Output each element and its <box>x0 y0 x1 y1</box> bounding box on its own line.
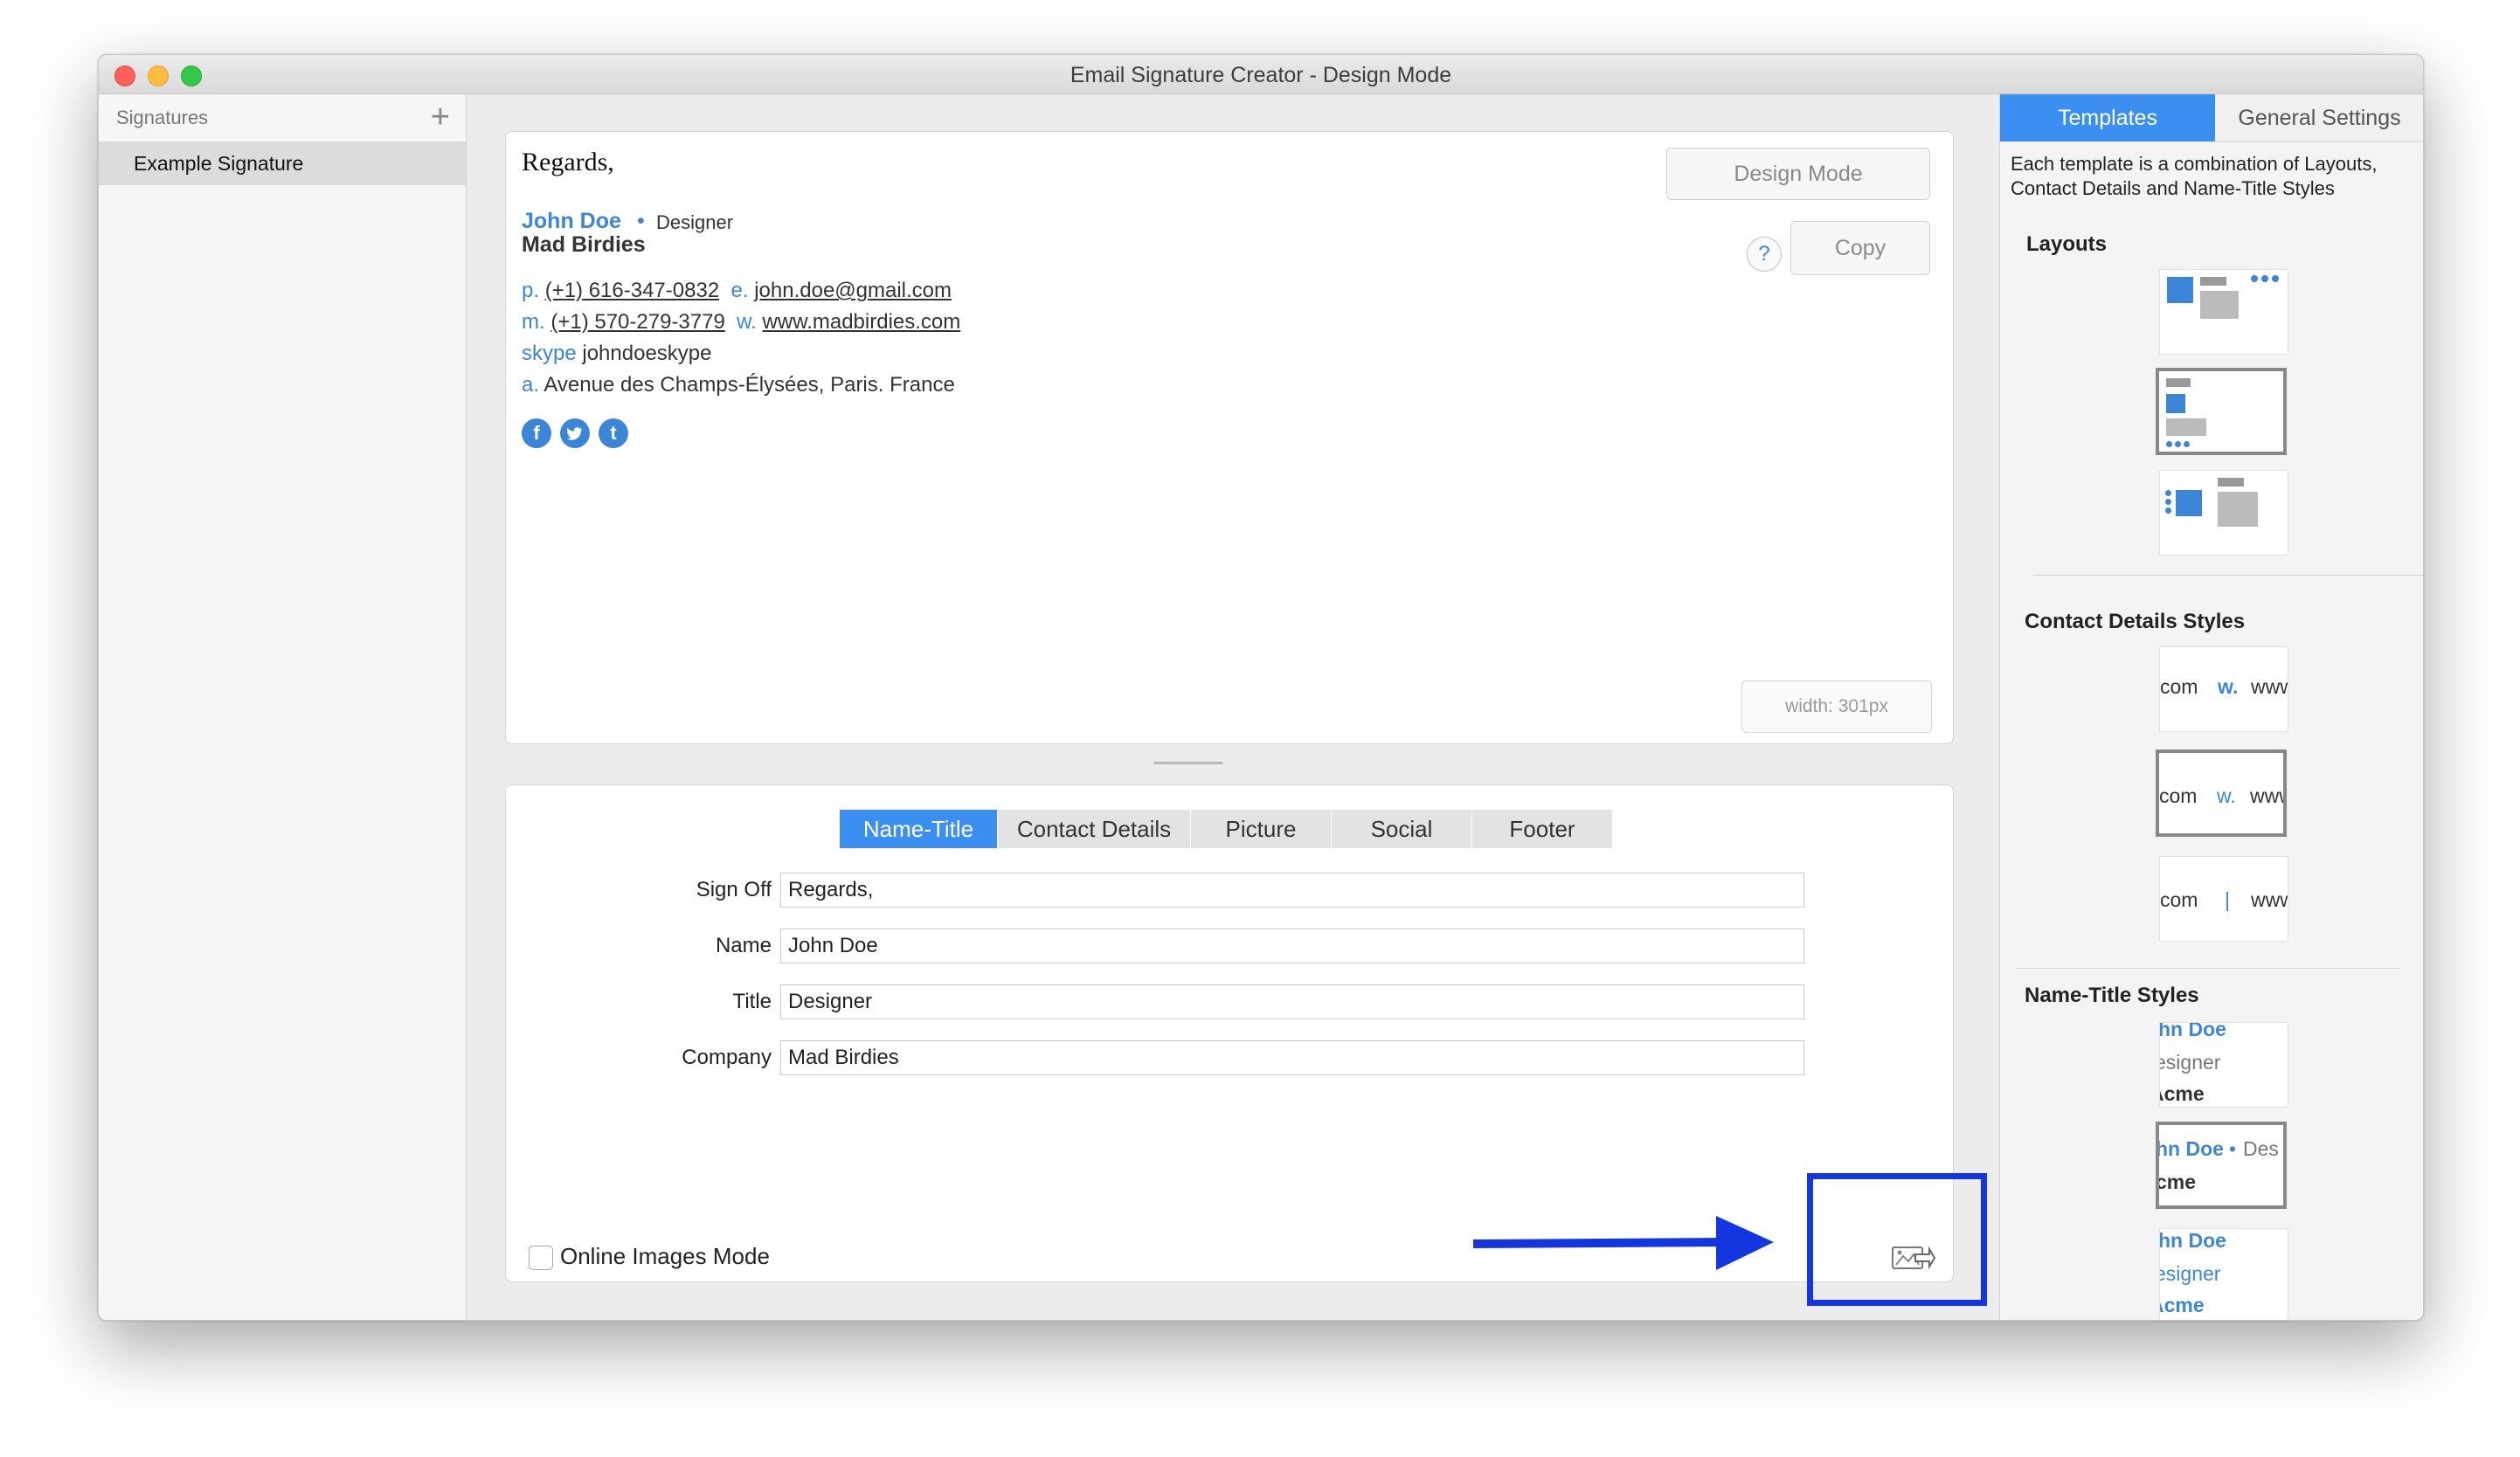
online-images-checkbox[interactable] <box>529 1246 553 1270</box>
name-input[interactable] <box>780 929 1804 963</box>
online-images-label: Online Images Mode <box>560 1243 770 1269</box>
mobile-label: m. <box>522 310 545 334</box>
templates-panel: Templates General Settings Each template… <box>1999 94 2423 1320</box>
preview-name: John Doe <box>522 209 621 233</box>
preview-company: Mad Birdies <box>522 232 646 257</box>
name-title-styles-heading: Name-Title Styles <box>2025 984 2199 1007</box>
add-signature-button[interactable]: + <box>431 98 450 136</box>
email-link[interactable]: john.doe@gmail.com <box>754 279 952 302</box>
facebook-icon[interactable]: f <box>522 418 551 448</box>
address-label: a. <box>522 373 540 397</box>
tab-social[interactable]: Social <box>1332 810 1472 848</box>
web-link[interactable]: www.madbirdies.com <box>763 310 961 334</box>
sidebar-title: Signatures <box>116 107 209 128</box>
phone-label: p. <box>522 279 540 302</box>
width-indicator: width: 301px <box>1741 680 1932 733</box>
contact-details-styles-heading: Contact Details Styles <box>2025 610 2246 633</box>
annotation-highlight-box <box>1807 1173 1987 1306</box>
name-title-style-option-3[interactable]: hn Doe esigner Acme <box>2159 1228 2288 1320</box>
sign-off-input[interactable] <box>780 873 1804 908</box>
address-value: Avenue des Champs-Élysées, Paris. France <box>543 373 955 397</box>
preview-separator-dot: • <box>637 209 645 233</box>
sidebar-item-example-signature[interactable]: Example Signature <box>99 142 466 185</box>
section-divider <box>2033 575 2423 576</box>
contact-style-option-2-selected[interactable]: com w. www <box>2156 749 2287 837</box>
twitter-icon[interactable] <box>560 418 590 448</box>
layout-option-2-selected[interactable] <box>2156 368 2287 455</box>
name-title-style-option-1[interactable]: hn Doe esigner Acme <box>2159 1022 2288 1108</box>
contact-style-option-1[interactable]: com w. www <box>2159 646 2288 732</box>
preview-skype-line: skype johndoeskype <box>522 342 712 366</box>
tab-general-settings[interactable]: General Settings <box>2215 94 2423 142</box>
section-divider-2 <box>2016 968 2400 969</box>
name-label: Name <box>715 934 772 957</box>
tab-contact-details[interactable]: Contact Details <box>998 810 1191 848</box>
help-button[interactable]: ? <box>1747 237 1782 272</box>
sign-off-label: Sign Off <box>696 878 772 901</box>
name-title-style-option-2-selected[interactable]: hn Doe • Des cme <box>2156 1122 2287 1209</box>
signature-preview: Regards, John Doe • Designer Mad Birdies… <box>505 131 1954 744</box>
signatures-sidebar: Signatures + Example Signature <box>99 94 467 1320</box>
phone-link[interactable]: (+1) 616-347-0832 <box>545 279 719 302</box>
signature-editor: Name-Title Contact Details Picture Socia… <box>505 784 1954 1282</box>
sidebar-header: Signatures + <box>99 94 466 142</box>
company-input[interactable] <box>780 1040 1804 1075</box>
company-label: Company <box>682 1046 772 1069</box>
email-label: e. <box>730 279 749 302</box>
window-title: Email Signature Creator - Design Mode <box>1070 63 1452 87</box>
preview-phone-email-line: p. (+1) 616-347-0832 e. john.doe@gmail.c… <box>522 279 952 303</box>
layout-option-1[interactable] <box>2159 269 2288 355</box>
title-label: Title <box>732 990 772 1013</box>
preview-title: Designer <box>656 211 734 233</box>
pane-splitter-handle[interactable] <box>1153 762 1223 764</box>
title-bar: Email Signature Creator - Design Mode <box>99 55 2423 94</box>
main-content: Regards, John Doe • Designer Mad Birdies… <box>467 94 1999 1320</box>
preview-signoff: Regards, <box>522 148 614 176</box>
copy-button[interactable]: Copy <box>1790 221 1930 275</box>
layouts-heading: Layouts <box>2026 232 2108 256</box>
tab-name-title[interactable]: Name-Title <box>840 810 998 848</box>
preview-address-line: a. Avenue des Champs-Élysées, Paris. Fra… <box>522 373 955 397</box>
tumblr-icon[interactable]: t <box>599 418 628 448</box>
title-input[interactable] <box>780 984 1804 1019</box>
tab-footer[interactable]: Footer <box>1472 810 1613 848</box>
templates-description: Each template is a combination of Layout… <box>2011 153 2378 199</box>
preview-mobile-web-line: m. (+1) 570-279-3779 w. www.madbirdies.c… <box>522 310 960 335</box>
mobile-link[interactable]: (+1) 570-279-3779 <box>550 310 724 334</box>
contact-style-option-3[interactable]: com | www <box>2159 856 2288 942</box>
annotation-arrow <box>1472 1216 1774 1270</box>
tab-picture[interactable]: Picture <box>1191 810 1332 848</box>
skype-label: skype <box>522 342 577 365</box>
layout-option-3[interactable] <box>2159 470 2288 556</box>
sidebar-item-label: Example Signature <box>134 152 304 175</box>
app-window: Email Signature Creator - Design Mode Si… <box>98 54 2424 1321</box>
web-label: w. <box>737 310 757 334</box>
design-mode-button[interactable]: Design Mode <box>1666 148 1930 200</box>
tab-templates[interactable]: Templates <box>2000 94 2215 142</box>
skype-value: johndoeskype <box>582 342 712 365</box>
